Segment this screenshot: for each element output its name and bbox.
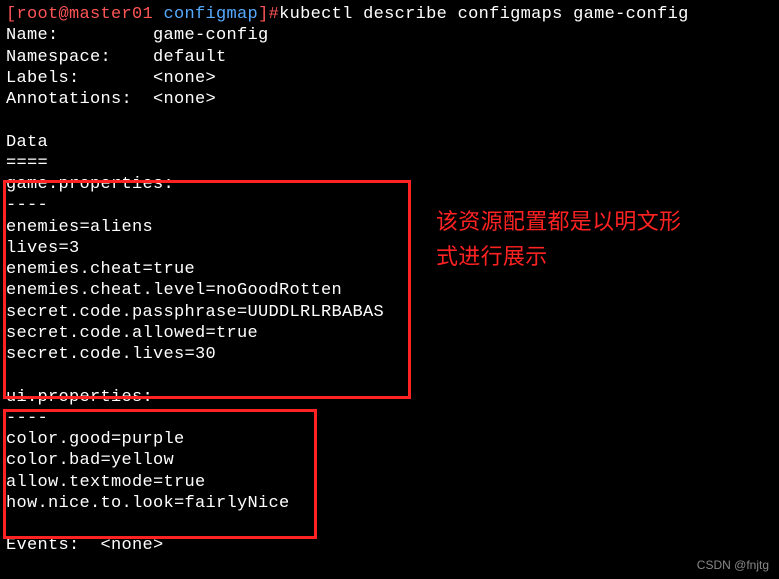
annotation-line-1: 该资源配置都是以明文形 — [436, 204, 736, 239]
game-prop-line: secret.code.passphrase=UUDDLRLRBABAS — [6, 303, 384, 322]
watermark: CSDN @fnjtg — [697, 558, 769, 573]
game-prop-line: secret.code.lives=30 — [6, 345, 216, 364]
data-separator: ==== — [6, 154, 48, 173]
events-value: <none> — [101, 536, 164, 555]
prompt-hash: # — [269, 5, 280, 24]
game-props-header: game.properties: — [6, 175, 174, 194]
ui-prop-line: color.good=purple — [6, 430, 185, 449]
user-host: root@master01 — [17, 5, 164, 24]
events-label: Events: — [6, 536, 80, 555]
bracket-open: [ — [6, 5, 17, 24]
ui-properties-block: ui.properties: ---- color.good=purple co… — [6, 365, 773, 514]
bracket-close: ] — [258, 5, 269, 24]
ui-props-sep: ---- — [6, 409, 48, 428]
game-prop-line: enemies=aliens — [6, 218, 153, 237]
annotation-line-2: 式进行展示 — [436, 239, 736, 274]
game-prop-line: secret.code.allowed=true — [6, 324, 258, 343]
name-label: Name: — [6, 26, 59, 45]
game-prop-line: enemies.cheat=true — [6, 260, 195, 279]
ui-prop-line: color.bad=yellow — [6, 451, 174, 470]
ui-prop-line: how.nice.to.look=fairlyNice — [6, 494, 290, 513]
game-props-sep: ---- — [6, 196, 48, 215]
annotations-value: <none> — [153, 90, 216, 109]
ui-prop-line: allow.textmode=true — [6, 473, 206, 492]
namespace-value: default — [153, 48, 227, 67]
labels-value: <none> — [153, 69, 216, 88]
events-line: Events: <none> — [6, 514, 773, 557]
meta-block: Name: game-config Namespace: default Lab… — [6, 25, 773, 110]
data-title: Data — [6, 133, 48, 152]
current-dir: configmap — [164, 5, 259, 24]
annotations-label: Annotations: — [6, 90, 132, 109]
game-prop-line: lives=3 — [6, 239, 80, 258]
ui-props-header: ui.properties: — [6, 388, 153, 407]
prompt-line: [root@master01 configmap]#kubectl descri… — [6, 4, 773, 25]
name-value: game-config — [153, 26, 269, 45]
labels-label: Labels: — [6, 69, 80, 88]
data-header: Data ==== — [6, 110, 773, 174]
namespace-label: Namespace: — [6, 48, 111, 67]
annotation-text: 该资源配置都是以明文形 式进行展示 — [436, 204, 736, 274]
command-text: kubectl describe configmaps game-config — [279, 5, 689, 24]
game-prop-line: enemies.cheat.level=noGoodRotten — [6, 281, 342, 300]
